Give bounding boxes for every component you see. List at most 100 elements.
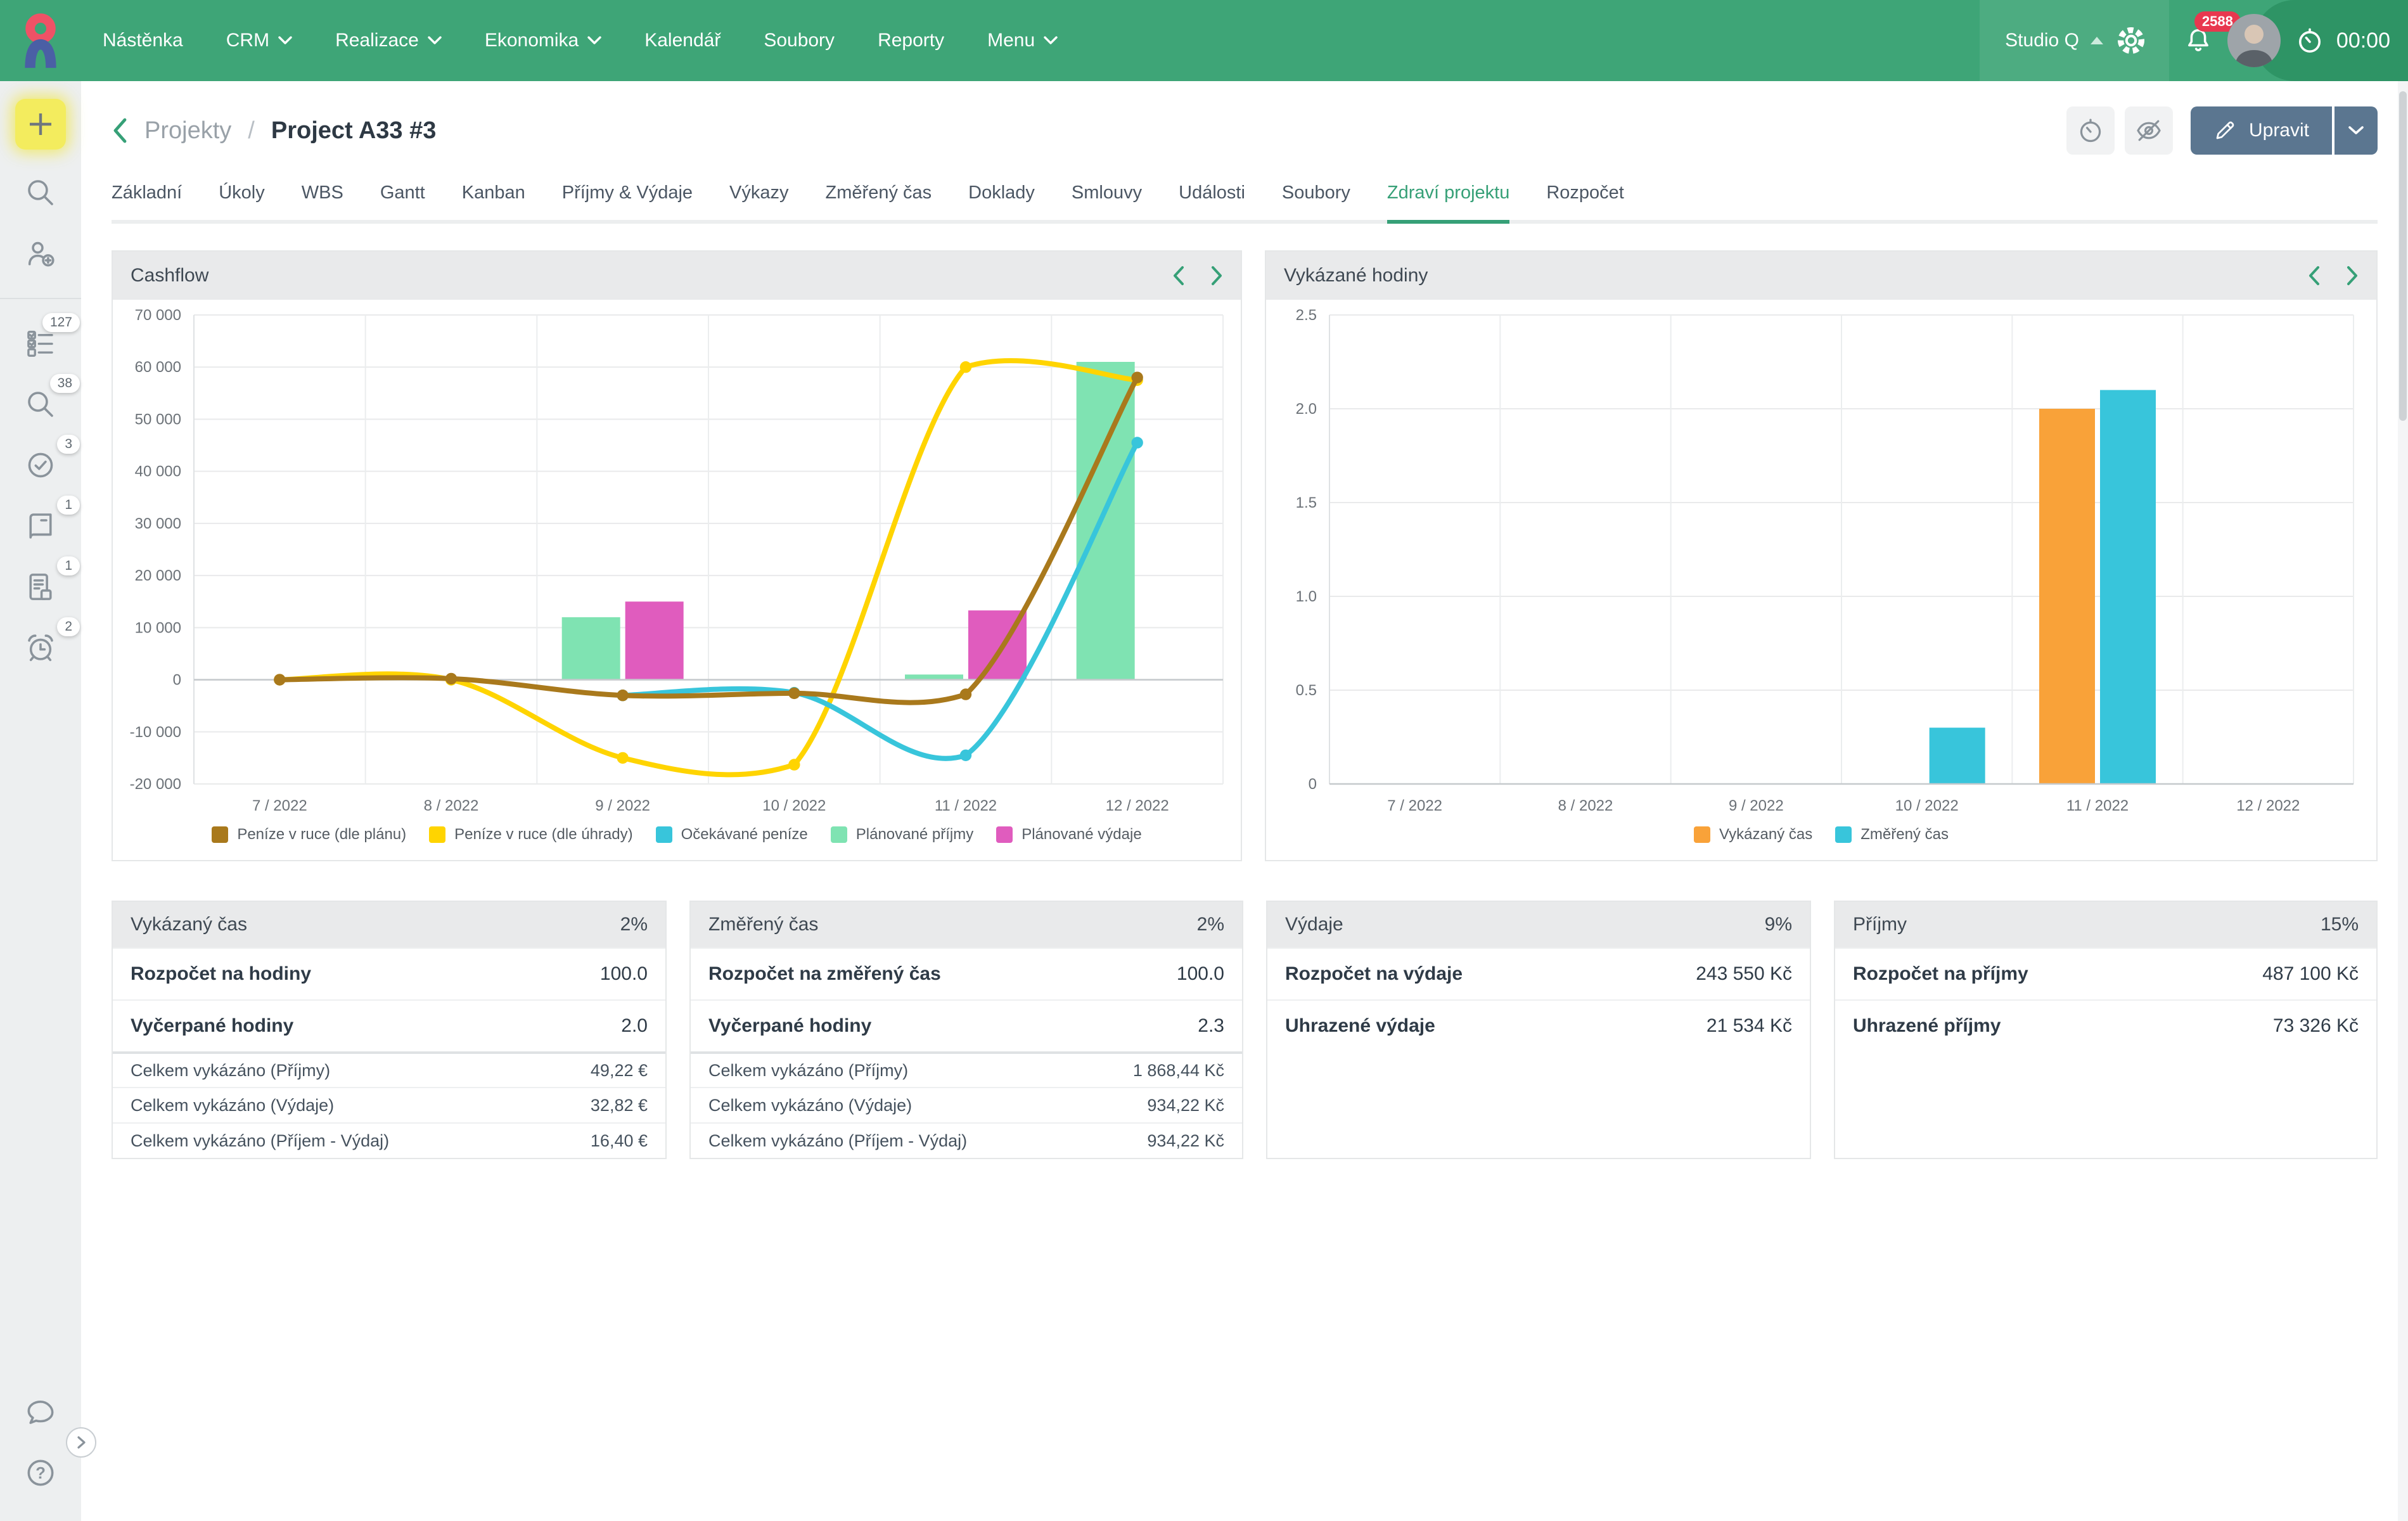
clock-check-icon: [23, 448, 58, 482]
nav-item-menu[interactable]: Menu: [966, 0, 1079, 81]
invite-user-button[interactable]: [13, 226, 68, 281]
scrollbar-thumb[interactable]: [2399, 91, 2407, 421]
legend-label: Plánované výdaje: [1021, 826, 1141, 844]
summary-sub-row: Celkem vykázáno (Výdaje)934,22 Kč: [691, 1087, 1242, 1122]
breadcrumb-projects-link[interactable]: Projekty: [144, 117, 231, 144]
approvals-count-badge: 3: [57, 435, 80, 454]
notifications-button[interactable]: 2588: [2169, 0, 2227, 81]
summary-main-row: Vyčerpané hodiny2.3: [691, 999, 1242, 1051]
summary-card-percent: 2%: [1197, 914, 1224, 935]
sidebar-item-watched[interactable]: 38: [13, 376, 68, 432]
summary-sub-row: Celkem vykázáno (Příjmy)1 868,44 Kč: [691, 1051, 1242, 1087]
documents-count-badge: 1: [57, 556, 80, 575]
svg-text:10 000: 10 000: [135, 619, 181, 636]
tab-vykazy[interactable]: Výkazy: [729, 183, 788, 224]
unwatch-button[interactable]: [2125, 106, 2173, 155]
svg-text:20 000: 20 000: [135, 567, 181, 584]
page-title: Project A33 #3: [271, 117, 437, 144]
svg-text:70 000: 70 000: [135, 307, 181, 324]
svg-text:11 / 2022: 11 / 2022: [935, 797, 997, 814]
summary-card-header: Výdaje 9%: [1267, 902, 1810, 947]
avatar[interactable]: [2227, 14, 2281, 67]
legend-item[interactable]: Vykázaný čas: [1694, 826, 1812, 844]
user-add-icon: [23, 236, 58, 271]
hours-next-button[interactable]: [2346, 266, 2359, 286]
tab-ukoly[interactable]: Úkoly: [219, 183, 265, 224]
tab-gantt[interactable]: Gantt: [380, 183, 425, 224]
tab-prijmy-vydaje[interactable]: Příjmy & Výdaje: [562, 183, 693, 224]
legend-swatch: [1694, 826, 1710, 843]
svg-text:10 / 2022: 10 / 2022: [1895, 797, 1959, 814]
nav-item-realizace[interactable]: Realizace: [314, 0, 463, 81]
summary-card-percent: 2%: [620, 914, 648, 935]
tab-soubory[interactable]: Soubory: [1282, 183, 1350, 224]
sidebar-bottom: ?: [13, 1384, 68, 1506]
hours-card: Vykázané hodiny 2.52.01.51.00.507 / 2022…: [1265, 250, 2378, 861]
help-button[interactable]: ?: [13, 1445, 68, 1501]
charts-row: Cashflow 70 00060 00050 00040 00030 0002…: [112, 250, 2378, 861]
track-time-button[interactable]: [2066, 106, 2115, 155]
summary-main-row: Rozpočet na hodiny100.0: [113, 947, 665, 999]
sidebar-item-documents[interactable]: 1: [13, 559, 68, 615]
sidebar-item-reminders[interactable]: 2: [13, 620, 68, 676]
tab-kanban[interactable]: Kanban: [462, 183, 525, 224]
cashflow-next-button[interactable]: [1210, 266, 1223, 286]
nav-item-soubory[interactable]: Soubory: [742, 0, 856, 81]
sidebar-item-tasks[interactable]: 127: [13, 316, 68, 371]
hours-legend: Vykázaný čas Změřený čas: [1266, 822, 2376, 860]
edit-button[interactable]: Upravit: [2191, 106, 2332, 155]
workspace-block: Studio Q: [1980, 0, 2169, 81]
settings-button[interactable]: [2103, 0, 2159, 81]
summary-card-header: Příjmy 15%: [1835, 902, 2376, 947]
chevron-up-icon: [2091, 37, 2103, 44]
project-tabs: Základní Úkoly WBS Gantt Kanban Příjmy &…: [112, 183, 2378, 224]
add-button[interactable]: [15, 99, 66, 150]
nav-item-kalendar[interactable]: Kalendář: [623, 0, 742, 81]
sidebar-expand-button[interactable]: [66, 1427, 96, 1458]
summary-sub-row: Celkem vykázáno (Příjmy)49,22 €: [113, 1051, 665, 1087]
chevron-right-icon: [74, 1435, 89, 1450]
chat-button[interactable]: [13, 1384, 68, 1440]
tab-doklady[interactable]: Doklady: [968, 183, 1035, 224]
summary-card-percent: 15%: [2321, 914, 2359, 935]
sidebar-item-journal[interactable]: 1: [13, 498, 68, 554]
plus-icon: [27, 110, 54, 138]
legend-item[interactable]: Změřený čas: [1835, 826, 1949, 844]
svg-text:-20 000: -20 000: [130, 776, 181, 793]
legend-item[interactable]: Plánované příjmy: [831, 826, 973, 844]
scrollbar-track[interactable]: [2398, 81, 2408, 1521]
hours-chart: 2.52.01.51.00.507 / 20228 / 20229 / 2022…: [1266, 300, 2376, 860]
nav-item-crm[interactable]: CRM: [205, 0, 314, 81]
search-button[interactable]: [13, 165, 68, 221]
legend-item[interactable]: Očekávané peníze: [656, 826, 808, 844]
tab-zdravi-projektu[interactable]: Zdraví projektu: [1387, 183, 1509, 224]
tab-smlouvy[interactable]: Smlouvy: [1072, 183, 1142, 224]
cashflow-prev-button[interactable]: [1172, 266, 1185, 286]
stopwatch-icon: [2076, 116, 2105, 145]
app-logo[interactable]: [0, 0, 81, 81]
summary-card-vykazany-cas: Vykázaný čas 2% Rozpočet na hodiny100.0 …: [112, 901, 667, 1159]
legend-item[interactable]: Peníze v ruce (dle plánu): [212, 826, 406, 844]
nav-item-nastenka[interactable]: Nástěnka: [81, 0, 205, 81]
workspace-switcher[interactable]: Studio Q: [2005, 30, 2103, 51]
nav-item-reporty[interactable]: Reporty: [856, 0, 966, 81]
hours-prev-button[interactable]: [2308, 266, 2321, 286]
legend-item[interactable]: Plánované výdaje: [996, 826, 1141, 844]
sidebar-item-approvals[interactable]: 3: [13, 437, 68, 493]
nav-item-ekonomika[interactable]: Ekonomika: [463, 0, 623, 81]
hours-plot: 2.52.01.51.00.507 / 20228 / 20229 / 2022…: [1266, 300, 2376, 822]
summary-card-vydaje: Výdaje 9% Rozpočet na výdaje243 550 Kč U…: [1266, 901, 1811, 1159]
svg-text:2.5: 2.5: [1296, 307, 1317, 324]
tab-zmereny-cas[interactable]: Změřený čas: [826, 183, 932, 224]
legend-item[interactable]: Peníze v ruce (dle úhrady): [429, 826, 632, 844]
back-button[interactable]: [112, 117, 128, 144]
tab-rozpocet[interactable]: Rozpočet: [1546, 183, 1624, 224]
breadcrumb-separator: /: [248, 117, 255, 144]
summary-row: Vykázaný čas 2% Rozpočet na hodiny100.0 …: [112, 901, 2378, 1159]
topbar-right: Studio Q 2588: [1980, 0, 2408, 81]
tab-udalosti[interactable]: Události: [1179, 183, 1245, 224]
summary-main-row: Uhrazené příjmy73 326 Kč: [1835, 999, 2376, 1051]
tab-zakladni[interactable]: Základní: [112, 183, 182, 224]
edit-dropdown-button[interactable]: [2334, 106, 2378, 155]
tab-wbs[interactable]: WBS: [302, 183, 343, 224]
